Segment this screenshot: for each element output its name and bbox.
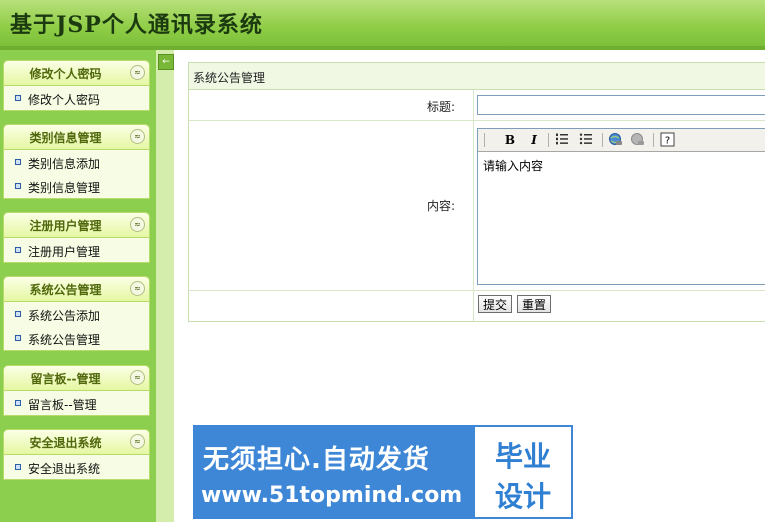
bullet-icon bbox=[15, 247, 21, 253]
sidebar-item-label: 安全退出系统 bbox=[28, 462, 101, 476]
sidebar-section-title: 系统公告管理 bbox=[29, 283, 102, 297]
collapse-icon[interactable]: ≈ bbox=[130, 370, 145, 385]
bullet-list-icon[interactable] bbox=[578, 132, 594, 148]
collapse-icon[interactable]: ≈ bbox=[130, 65, 145, 80]
sidebar-section-messages: 留言板--管理 ≈ 留言板--管理 bbox=[3, 365, 150, 416]
watermark-badge-bottom: 设计 bbox=[494, 480, 551, 513]
sidebar-item-change-password[interactable]: 修改个人密码 bbox=[4, 86, 149, 110]
sidebar-item-label: 系统公告添加 bbox=[28, 309, 101, 323]
italic-button[interactable]: I bbox=[526, 132, 542, 148]
sidebar-item-label: 留言板--管理 bbox=[28, 398, 97, 412]
editor-toolbar: B I ? bbox=[478, 129, 765, 152]
sidebar-section-header[interactable]: 留言板--管理 ≈ bbox=[3, 365, 150, 391]
watermark-url: www.51topmind.com bbox=[201, 483, 463, 508]
sidebar-item-category-add[interactable]: 类别信息添加 bbox=[4, 150, 149, 174]
sidebar-section-header[interactable]: 系统公告管理 ≈ bbox=[3, 276, 150, 302]
app-header: 基于JSP个人通讯录系统 bbox=[0, 0, 765, 46]
panel-title: 系统公告管理 bbox=[193, 71, 266, 85]
sidebar-item-label: 类别信息添加 bbox=[28, 157, 101, 171]
sidebar-item-user-manage[interactable]: 注册用户管理 bbox=[4, 238, 149, 262]
title-label: 标题: bbox=[426, 100, 455, 114]
sidebar-section-announcement: 系统公告管理 ≈ 系统公告添加 系统公告管理 bbox=[3, 276, 150, 351]
sidebar: 修改个人密码 ≈ 修改个人密码 类别信息管理 ≈ 类别信息添加 类别信息管理 注… bbox=[0, 50, 156, 522]
announcement-form: 系统公告管理 标题: 内容: B I ? 请输入内容 提交 重置 bbox=[188, 62, 765, 322]
sidebar-section-header[interactable]: 安全退出系统 ≈ bbox=[3, 429, 150, 455]
app-title: 基于JSP个人通讯录系统 bbox=[10, 12, 263, 38]
watermark-banner: 无须担心.自动发货 www.51topmind.com 毕业 设计 bbox=[193, 425, 573, 519]
title-input[interactable] bbox=[477, 95, 765, 115]
content-label: 内容: bbox=[426, 199, 455, 213]
sidebar-section-password: 修改个人密码 ≈ 修改个人密码 bbox=[3, 60, 150, 111]
collapse-sidebar-icon[interactable]: ← bbox=[158, 54, 174, 70]
sidebar-section-category: 类别信息管理 ≈ 类别信息添加 类别信息管理 bbox=[3, 124, 150, 199]
sidebar-section-title: 留言板--管理 bbox=[30, 372, 101, 386]
content-row: 内容: B I ? 请输入内容 bbox=[189, 121, 765, 291]
panel-header: 系统公告管理 bbox=[189, 63, 765, 90]
bullet-icon bbox=[15, 159, 21, 165]
sidebar-item-announcement-add[interactable]: 系统公告添加 bbox=[4, 302, 149, 326]
collapse-icon[interactable]: ≈ bbox=[130, 129, 145, 144]
sidebar-section-title: 修改个人密码 bbox=[29, 67, 102, 81]
sidebar-section-header[interactable]: 注册用户管理 ≈ bbox=[3, 212, 150, 238]
sidebar-section-header[interactable]: 修改个人密码 ≈ bbox=[3, 60, 150, 86]
collapse-icon[interactable]: ≈ bbox=[130, 217, 145, 232]
sidebar-item-label: 系统公告管理 bbox=[28, 333, 101, 347]
rich-text-editor[interactable]: B I ? 请输入内容 bbox=[477, 128, 765, 285]
submit-button[interactable]: 提交 bbox=[478, 295, 513, 313]
sidebar-section-users: 注册用户管理 ≈ 注册用户管理 bbox=[3, 212, 150, 263]
bold-button[interactable]: B bbox=[502, 132, 518, 148]
title-row: 标题: bbox=[189, 90, 765, 121]
editor-content[interactable]: 请输入内容 bbox=[483, 157, 543, 174]
collapse-icon[interactable]: ≈ bbox=[130, 434, 145, 449]
sidebar-item-category-manage[interactable]: 类别信息管理 bbox=[4, 174, 149, 198]
watermark-text: 无须担心.自动发货 bbox=[203, 445, 430, 475]
collapse-icon[interactable]: ≈ bbox=[130, 281, 145, 296]
sidebar-item-label: 修改个人密码 bbox=[28, 93, 101, 107]
link-icon[interactable] bbox=[607, 132, 623, 148]
sidebar-section-logout: 安全退出系统 ≈ 安全退出系统 bbox=[3, 429, 150, 480]
sidebar-splitter[interactable] bbox=[156, 50, 174, 522]
unlink-icon[interactable] bbox=[629, 132, 645, 148]
sidebar-item-message-manage[interactable]: 留言板--管理 bbox=[4, 391, 149, 415]
sidebar-item-logout[interactable]: 安全退出系统 bbox=[4, 455, 149, 479]
bullet-icon bbox=[15, 400, 21, 406]
ordered-list-icon[interactable] bbox=[554, 132, 570, 148]
bullet-icon bbox=[15, 183, 21, 189]
sidebar-item-announcement-manage[interactable]: 系统公告管理 bbox=[4, 326, 149, 350]
bullet-icon bbox=[15, 311, 21, 317]
sidebar-section-header[interactable]: 类别信息管理 ≈ bbox=[3, 124, 150, 150]
watermark-badge-top: 毕业 bbox=[494, 440, 551, 473]
sidebar-item-label: 类别信息管理 bbox=[28, 181, 101, 195]
help-icon[interactable]: ? bbox=[659, 132, 675, 148]
actions-row: 提交 重置 bbox=[189, 291, 765, 321]
sidebar-section-title: 类别信息管理 bbox=[29, 131, 102, 145]
sidebar-item-label: 注册用户管理 bbox=[28, 245, 101, 259]
reset-button[interactable]: 重置 bbox=[517, 295, 552, 313]
sidebar-section-title: 注册用户管理 bbox=[29, 219, 102, 233]
bullet-icon bbox=[15, 464, 21, 470]
bullet-icon bbox=[15, 335, 21, 341]
sidebar-section-title: 安全退出系统 bbox=[29, 436, 102, 450]
svg-text:?: ? bbox=[664, 136, 669, 147]
bullet-icon bbox=[15, 95, 21, 101]
